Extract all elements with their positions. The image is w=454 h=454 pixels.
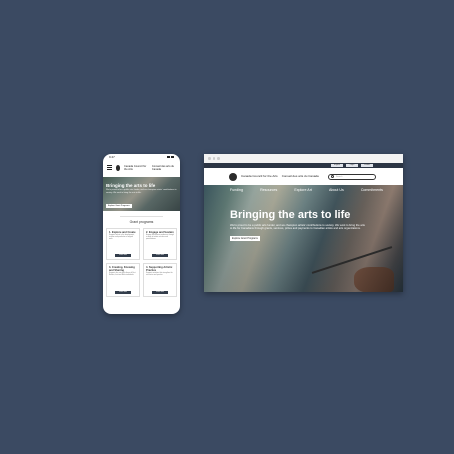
card-body: Supports activities that strengthen the … xyxy=(146,273,173,277)
phone-mockup: 9:47 Canada Council for the Arts Conseil… xyxy=(103,154,180,314)
hero-banner: Funding Resources Explore Art About Us C… xyxy=(204,185,403,292)
learn-more-button[interactable]: Learn More xyxy=(152,254,168,257)
util-link[interactable]: Contact xyxy=(361,164,373,167)
logo-icon[interactable] xyxy=(229,172,237,181)
card-title: 3. Creating, Knowing and Sharing xyxy=(109,266,135,272)
browser-chrome xyxy=(204,154,403,163)
search-icon xyxy=(331,175,334,178)
card-title: 2. Engage and Sustain xyxy=(146,231,174,234)
hero-body: We're proud to be a public arts funder, … xyxy=(106,189,177,194)
program-card: 2. Engage and Sustain Engage with divers… xyxy=(143,228,177,260)
program-card: 3. Creating, Knowing and Sharing Support… xyxy=(106,263,140,297)
brand-en: Canada Council for the Arts xyxy=(241,173,278,178)
brand-fr: Conseil des arts du Canada xyxy=(281,173,319,178)
browser-mockup: English Login Contact Canada Council for… xyxy=(204,154,403,292)
nav-item[interactable]: Commitments xyxy=(361,188,383,192)
nav-item[interactable]: About Us xyxy=(329,188,344,192)
explore-grants-button[interactable]: Explore Grant Programs xyxy=(106,204,132,208)
grant-programs-section: Grant programs 1. Explore and Create Sup… xyxy=(103,216,180,297)
phone-hero: Bringing the arts to life We're proud to… xyxy=(103,177,180,211)
card-title: 4. Supporting Artistic Practice xyxy=(146,266,173,272)
hero-title: Bringing the arts to life xyxy=(106,183,156,188)
section-title: Grant programs xyxy=(106,216,177,224)
card-body: Supports artists in the development, cre… xyxy=(109,235,135,241)
nav-item[interactable]: Explore Art xyxy=(294,188,312,192)
program-card: 4. Supporting Artistic Practice Supports… xyxy=(143,263,177,297)
hero-body: We're proud to be a public arts funder, … xyxy=(230,224,365,231)
window-dot-icon[interactable] xyxy=(208,157,211,160)
signal-icon xyxy=(167,156,174,158)
phone-header: Canada Council for the Arts Conseil des … xyxy=(103,160,180,175)
search-input[interactable]: Search xyxy=(328,173,376,180)
nav-item[interactable]: Resources xyxy=(260,188,277,192)
logo-icon[interactable] xyxy=(115,164,121,171)
window-dot-icon[interactable] xyxy=(212,157,215,160)
hamburger-menu-icon[interactable] xyxy=(107,165,112,170)
main-nav: Funding Resources Explore Art About Us C… xyxy=(230,188,383,192)
learn-more-button[interactable]: Learn More xyxy=(115,254,131,257)
util-link[interactable]: Login xyxy=(346,164,358,167)
painting-hand-image xyxy=(354,267,394,292)
card-body: Engage with diverse audiences through a … xyxy=(146,235,174,241)
hero-title: Bringing the arts to life xyxy=(230,209,351,221)
site-header: Canada Council for the Arts Conseil des … xyxy=(204,168,403,185)
program-card: 1. Explore and Create Supports artists i… xyxy=(106,228,140,260)
status-time: 9:47 xyxy=(109,155,115,159)
window-dot-icon[interactable] xyxy=(217,157,220,160)
learn-more-button[interactable]: Learn More xyxy=(115,291,131,294)
explore-grants-button[interactable]: Explore Grant Programs xyxy=(230,236,260,241)
brand-fr: Conseil des arts du Canada xyxy=(151,164,175,171)
learn-more-button[interactable]: Learn More xyxy=(152,291,168,294)
util-link[interactable]: English xyxy=(331,164,343,167)
search-placeholder: Search xyxy=(336,175,343,178)
nav-item[interactable]: Funding xyxy=(230,188,243,192)
brand-en: Canada Council for the Arts xyxy=(124,164,147,171)
card-title: 1. Explore and Create xyxy=(109,231,136,234)
card-body: Supports the arts and cultures of First … xyxy=(109,273,136,277)
